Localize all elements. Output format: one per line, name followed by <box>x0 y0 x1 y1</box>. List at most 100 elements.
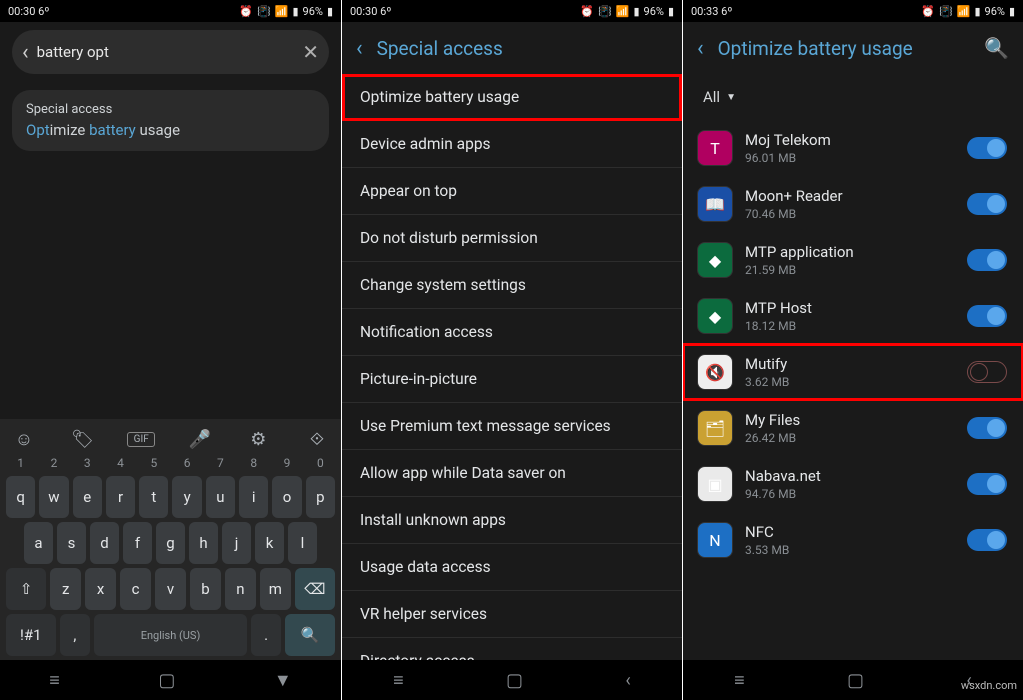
back-button[interactable]: ▼ <box>274 670 292 691</box>
home-button[interactable]: ▢ <box>847 670 864 691</box>
settings-row[interactable]: Do not disturb permission <box>342 215 682 262</box>
sticker-icon[interactable]: 🏷 <box>69 429 97 450</box>
key-i[interactable]: i <box>239 476 268 518</box>
key-q[interactable]: q <box>6 476 35 518</box>
gif-icon[interactable]: GIF <box>127 432 155 447</box>
key-w[interactable]: w <box>39 476 68 518</box>
toggle-switch[interactable] <box>967 193 1007 215</box>
key-u[interactable]: u <box>206 476 235 518</box>
comma-key[interactable]: , <box>60 614 91 656</box>
key-g[interactable]: g <box>156 522 185 564</box>
settings-row[interactable]: Use Premium text message services <box>342 403 682 450</box>
key-h[interactable]: h <box>189 522 218 564</box>
settings-row[interactable]: Appear on top <box>342 168 682 215</box>
back-icon[interactable]: ‹ <box>697 36 704 61</box>
key-m[interactable]: m <box>260 568 291 610</box>
toggle-switch[interactable] <box>967 249 1007 271</box>
symbols-key[interactable]: !#1 <box>6 614 56 656</box>
search-input[interactable] <box>37 43 303 61</box>
app-icon: ▣ <box>697 466 733 502</box>
key-5[interactable]: 5 <box>139 454 168 472</box>
back-icon[interactable]: ‹ <box>22 40 29 65</box>
toggle-switch[interactable] <box>967 417 1007 439</box>
shift-key[interactable]: ⇧ <box>6 568 46 610</box>
recents-button[interactable]: ≡ <box>49 670 60 691</box>
app-list[interactable]: TMoj Telekom96.01 MB📖Moon+ Reader70.46 M… <box>683 120 1023 660</box>
emoji-icon[interactable]: ☺ <box>10 429 38 450</box>
key-s[interactable]: s <box>57 522 86 564</box>
home-button[interactable]: ▢ <box>506 670 523 691</box>
search-icon[interactable]: 🔍 <box>984 36 1009 60</box>
key-0[interactable]: 0 <box>306 454 335 472</box>
space-key[interactable]: English (US) <box>94 614 247 656</box>
back-button[interactable]: ‹ <box>625 670 630 691</box>
settings-icon[interactable]: ⚙ <box>244 429 272 450</box>
key-p[interactable]: p <box>306 476 335 518</box>
settings-row[interactable]: Install unknown apps <box>342 497 682 544</box>
settings-row[interactable]: Optimize battery usage <box>342 74 682 121</box>
back-icon[interactable]: ‹ <box>356 36 363 61</box>
expand-icon[interactable]: ⟐ <box>303 429 331 450</box>
app-row[interactable]: ◆MTP application21.59 MB <box>683 232 1023 288</box>
settings-row[interactable]: Device admin apps <box>342 121 682 168</box>
app-name: My Files <box>745 411 955 429</box>
key-4[interactable]: 4 <box>106 454 135 472</box>
key-l[interactable]: l <box>288 522 317 564</box>
settings-row[interactable]: Allow app while Data saver on <box>342 450 682 497</box>
clear-icon[interactable]: ✕ <box>302 40 319 64</box>
key-a[interactable]: a <box>24 522 53 564</box>
app-row[interactable]: 📖Moon+ Reader70.46 MB <box>683 176 1023 232</box>
key-o[interactable]: o <box>272 476 301 518</box>
keyboard: ☺ 🏷 GIF 🎤 ⚙ ⟐ 1234567890 qwertyuiop asdf… <box>0 419 341 660</box>
key-f[interactable]: f <box>123 522 152 564</box>
settings-row[interactable]: Usage data access <box>342 544 682 591</box>
app-row[interactable]: 🔇Mutify3.62 MB <box>683 344 1023 400</box>
toggle-switch[interactable] <box>967 137 1007 159</box>
settings-list[interactable]: Optimize battery usageDevice admin appsA… <box>342 74 682 660</box>
recents-button[interactable]: ≡ <box>734 670 745 691</box>
app-row[interactable]: NNFC3.53 MB <box>683 512 1023 568</box>
key-r[interactable]: r <box>106 476 135 518</box>
key-e[interactable]: e <box>73 476 102 518</box>
period-key[interactable]: . <box>251 614 282 656</box>
search-bar[interactable]: ‹ ✕ <box>12 30 329 74</box>
toggle-switch[interactable] <box>967 305 1007 327</box>
app-row[interactable]: 🗂My Files26.42 MB <box>683 400 1023 456</box>
mic-icon[interactable]: 🎤 <box>186 429 214 450</box>
search-result[interactable]: Special access Optimize battery usage <box>12 90 329 151</box>
key-d[interactable]: d <box>90 522 119 564</box>
settings-row[interactable]: Picture-in-picture <box>342 356 682 403</box>
key-6[interactable]: 6 <box>172 454 201 472</box>
recents-button[interactable]: ≡ <box>393 670 404 691</box>
app-row[interactable]: TMoj Telekom96.01 MB <box>683 120 1023 176</box>
toggle-switch[interactable] <box>967 529 1007 551</box>
settings-row[interactable]: VR helper services <box>342 591 682 638</box>
key-9[interactable]: 9 <box>272 454 301 472</box>
backspace-key[interactable]: ⌫ <box>295 568 335 610</box>
key-k[interactable]: k <box>255 522 284 564</box>
home-button[interactable]: ▢ <box>158 670 175 691</box>
key-x[interactable]: x <box>85 568 116 610</box>
settings-row[interactable]: Change system settings <box>342 262 682 309</box>
key-z[interactable]: z <box>50 568 81 610</box>
key-j[interactable]: j <box>222 522 251 564</box>
key-v[interactable]: v <box>155 568 186 610</box>
settings-row[interactable]: Directory access <box>342 638 682 660</box>
key-n[interactable]: n <box>225 568 256 610</box>
app-row[interactable]: ◆MTP Host18.12 MB <box>683 288 1023 344</box>
key-8[interactable]: 8 <box>239 454 268 472</box>
filter-dropdown[interactable]: All ▼ <box>683 74 1023 120</box>
key-7[interactable]: 7 <box>206 454 235 472</box>
key-3[interactable]: 3 <box>73 454 102 472</box>
key-2[interactable]: 2 <box>39 454 68 472</box>
key-c[interactable]: c <box>120 568 151 610</box>
search-key[interactable]: 🔍 <box>285 614 335 656</box>
app-row[interactable]: ▣Nabava.net94.76 MB <box>683 456 1023 512</box>
key-1[interactable]: 1 <box>6 454 35 472</box>
key-y[interactable]: y <box>172 476 201 518</box>
toggle-switch[interactable] <box>967 361 1007 383</box>
toggle-switch[interactable] <box>967 473 1007 495</box>
key-b[interactable]: b <box>190 568 221 610</box>
settings-row[interactable]: Notification access <box>342 309 682 356</box>
key-t[interactable]: t <box>139 476 168 518</box>
